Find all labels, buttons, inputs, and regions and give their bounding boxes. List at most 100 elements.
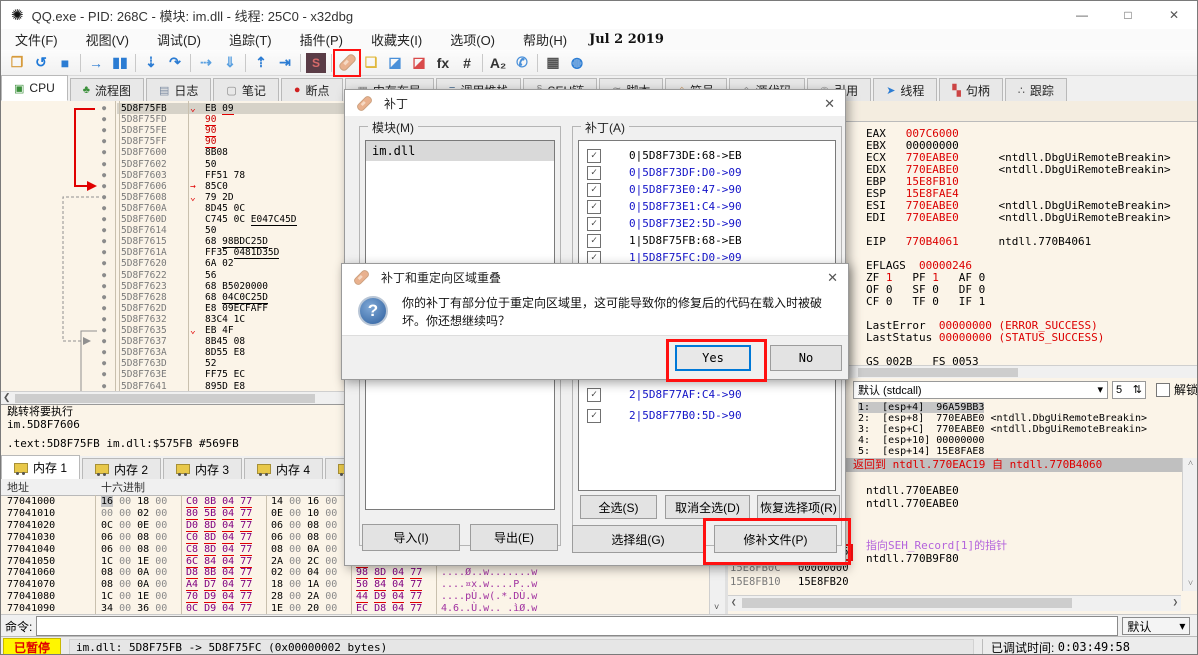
hash-icon[interactable]: #: [455, 51, 479, 75]
step-out-icon[interactable]: ⇡: [249, 51, 273, 75]
menu-item[interactable]: 选项(O): [436, 33, 509, 48]
breakpoint-dot-icon[interactable]: ●: [102, 236, 112, 247]
disasm-hscrollbar[interactable]: ❮: [1, 391, 346, 405]
globe-icon[interactable]: ◍: [565, 51, 589, 75]
dump-row[interactable]: 7704106008 00 0A 00 D8 8B 04 77 02 00 04…: [1, 567, 728, 579]
patch-list-item[interactable]: ✓2|5D8F77AF:C4->90: [579, 386, 835, 403]
disasm-row[interactable]: ●5D8F762DE8 09ECFAFF: [1, 303, 346, 314]
disasm-row[interactable]: ●5D8F763EFF75 EC: [1, 369, 346, 380]
disasm-row[interactable]: ●5D8F75FB⌄EB 09: [1, 103, 346, 114]
patch-list-item[interactable]: ✓2|5D8F77B0:5D->90: [579, 407, 835, 424]
register-line[interactable]: EDI 770EABE0 <ntdll.DbgUiRemoteBreakin>: [866, 212, 1171, 224]
scroll-thumb[interactable]: [858, 368, 1018, 377]
run-icon[interactable]: →: [84, 51, 108, 75]
patch-list-item[interactable]: ✓0|5D8F73E2:5D->90: [579, 215, 835, 232]
disasm-row[interactable]: ●5D8F763283C4 1C: [1, 314, 346, 325]
restart-icon[interactable]: ↺: [29, 51, 53, 75]
no-button[interactable]: No: [770, 345, 842, 371]
register-line[interactable]: CF 0 TF 0 IF 1: [866, 296, 985, 308]
argument-row[interactable]: 3: [esp+C] 770EABE0 <ntdll.DbgUiRemoteBr…: [858, 424, 1147, 435]
tab-句柄[interactable]: ▚句柄: [939, 78, 1002, 101]
argument-row[interactable]: 1: [esp+4] 96A59BB3: [858, 402, 984, 413]
command-profile-select[interactable]: 默认▾: [1122, 617, 1190, 635]
checkbox-checked-icon[interactable]: ✓: [587, 166, 601, 180]
stack-vscrollbar[interactable]: ˄ ˅: [1182, 458, 1198, 591]
patch-list-item[interactable]: ✓1|5D8F75FB:68->EB: [579, 232, 835, 249]
yes-button[interactable]: Yes: [675, 345, 751, 371]
scroll-thumb[interactable]: [742, 598, 1072, 608]
bookmark-icon[interactable]: ◪: [407, 51, 431, 75]
checkbox-checked-icon[interactable]: ✓: [587, 149, 601, 163]
menu-item[interactable]: 收藏夹(I): [357, 33, 436, 48]
breakpoint-dot-icon[interactable]: ●: [102, 292, 112, 303]
breakpoint-dot-icon[interactable]: ●: [102, 303, 112, 314]
dump-row[interactable]: 7704107008 00 0A 00 A4 D7 04 77 18 00 1A…: [1, 579, 728, 591]
disasm-row[interactable]: ●5D8F763A8D55 E8: [1, 347, 346, 358]
patch-file-button[interactable]: 修补文件(P): [714, 525, 837, 553]
patch-list-item[interactable]: ✓0|5D8F73DF:D0->09: [579, 164, 835, 181]
breakpoint-dot-icon[interactable]: ●: [102, 181, 112, 192]
command-input[interactable]: [36, 616, 1118, 636]
scroll-down-icon[interactable]: ˅: [714, 602, 719, 612]
argument-row[interactable]: 4: [esp+10] 00000000: [858, 435, 984, 446]
run-to-user-code-icon[interactable]: ⇥: [273, 51, 297, 75]
scroll-right-icon[interactable]: ❯: [1173, 598, 1178, 608]
menu-item[interactable]: 插件(P): [286, 33, 357, 48]
spinner-arrows-icon[interactable]: ⇅: [1133, 383, 1142, 396]
import-button[interactable]: 导入(I): [362, 524, 460, 551]
breakpoint-dot-icon[interactable]: ●: [102, 347, 112, 358]
unlock-checkbox[interactable]: [1156, 383, 1170, 397]
register-line[interactable]: GS 002B FS 0053: [866, 356, 979, 365]
scroll-left-icon[interactable]: ❮: [731, 598, 736, 608]
menu-item[interactable]: 调试(D): [143, 33, 215, 48]
label-icon[interactable]: ◪: [383, 51, 407, 75]
patch-icon[interactable]: [335, 51, 359, 75]
breakpoint-dot-icon[interactable]: ●: [102, 136, 112, 147]
calculator-icon[interactable]: ▦: [541, 51, 565, 75]
pause-icon[interactable]: ▮▮: [108, 51, 132, 75]
disasm-row[interactable]: ●5D8F76008B08: [1, 147, 346, 158]
breakpoint-dot-icon[interactable]: ●: [102, 270, 112, 281]
memory-tab-4[interactable]: 内存 4: [244, 458, 323, 479]
breakpoint-dot-icon[interactable]: ●: [102, 214, 112, 225]
tab-跟踪[interactable]: ∴跟踪: [1005, 78, 1067, 101]
trace-over-icon[interactable]: ⇓: [218, 51, 242, 75]
maximize-button[interactable]: □: [1105, 1, 1151, 29]
minimize-button[interactable]: —: [1059, 1, 1105, 29]
disasm-row[interactable]: ●5D8F760A8D45 0C: [1, 203, 346, 214]
scroll-up-icon[interactable]: ˄: [1183, 458, 1198, 469]
breakpoint-dot-icon[interactable]: ●: [102, 225, 112, 236]
breakpoint-dot-icon[interactable]: ●: [102, 170, 112, 181]
breakpoint-dot-icon[interactable]: ●: [102, 314, 112, 325]
disasm-row[interactable]: ●5D8F762368 B5020000: [1, 281, 346, 292]
disasm-row[interactable]: ●5D8F7635⌄EB 4F: [1, 325, 346, 336]
checkbox-checked-icon[interactable]: ✓: [587, 183, 601, 197]
disasm-row[interactable]: ●5D8F75FE90: [1, 125, 346, 136]
scroll-left-icon[interactable]: ❮: [3, 392, 11, 403]
tab-线程[interactable]: ➤线程: [873, 78, 937, 101]
tab-日志[interactable]: ▤日志: [146, 78, 211, 101]
disasm-row[interactable]: ●5D8F75FD90: [1, 114, 346, 125]
patch-list-item[interactable]: ✓0|5D8F73DE:68->EB: [579, 147, 835, 164]
disasm-row[interactable]: ●5D8F762256: [1, 270, 346, 281]
checkbox-checked-icon[interactable]: ✓: [587, 388, 601, 402]
scroll-thumb[interactable]: [15, 394, 315, 403]
memory-tab-2[interactable]: 内存 2: [82, 458, 161, 479]
breakpoint-dot-icon[interactable]: ●: [102, 258, 112, 269]
deselect-all-button[interactable]: 取消全选(D): [665, 495, 750, 519]
tab-流程图[interactable]: ♣流程图: [70, 78, 144, 101]
disasm-row[interactable]: ●5D8F7603FF51 78: [1, 170, 346, 181]
menu-item[interactable]: 视图(V): [72, 33, 143, 48]
stack-hscrollbar[interactable]: ❮ ❯: [728, 595, 1181, 611]
tab-笔记[interactable]: ▢笔记: [213, 78, 278, 101]
stack-row[interactable]: 15E8FB1015E8FB20: [730, 576, 849, 589]
breakpoint-dot-icon[interactable]: ●: [102, 336, 112, 347]
breakpoint-dot-icon[interactable]: ●: [102, 103, 112, 114]
ascii-icon[interactable]: A₂: [486, 51, 510, 75]
breakpoint-dot-icon[interactable]: ●: [102, 147, 112, 158]
calling-convention-select[interactable]: 默认 (stdcall)▾: [853, 381, 1108, 399]
disassembly-panel[interactable]: ●5D8F75FB⌄EB 09●5D8F75FD90●5D8F75FE90 ●5D…: [1, 101, 347, 391]
trace-into-icon[interactable]: ⇢: [194, 51, 218, 75]
disasm-row[interactable]: ●5D8F762868 04C0C25D: [1, 292, 346, 303]
checkbox-checked-icon[interactable]: ✓: [587, 200, 601, 214]
